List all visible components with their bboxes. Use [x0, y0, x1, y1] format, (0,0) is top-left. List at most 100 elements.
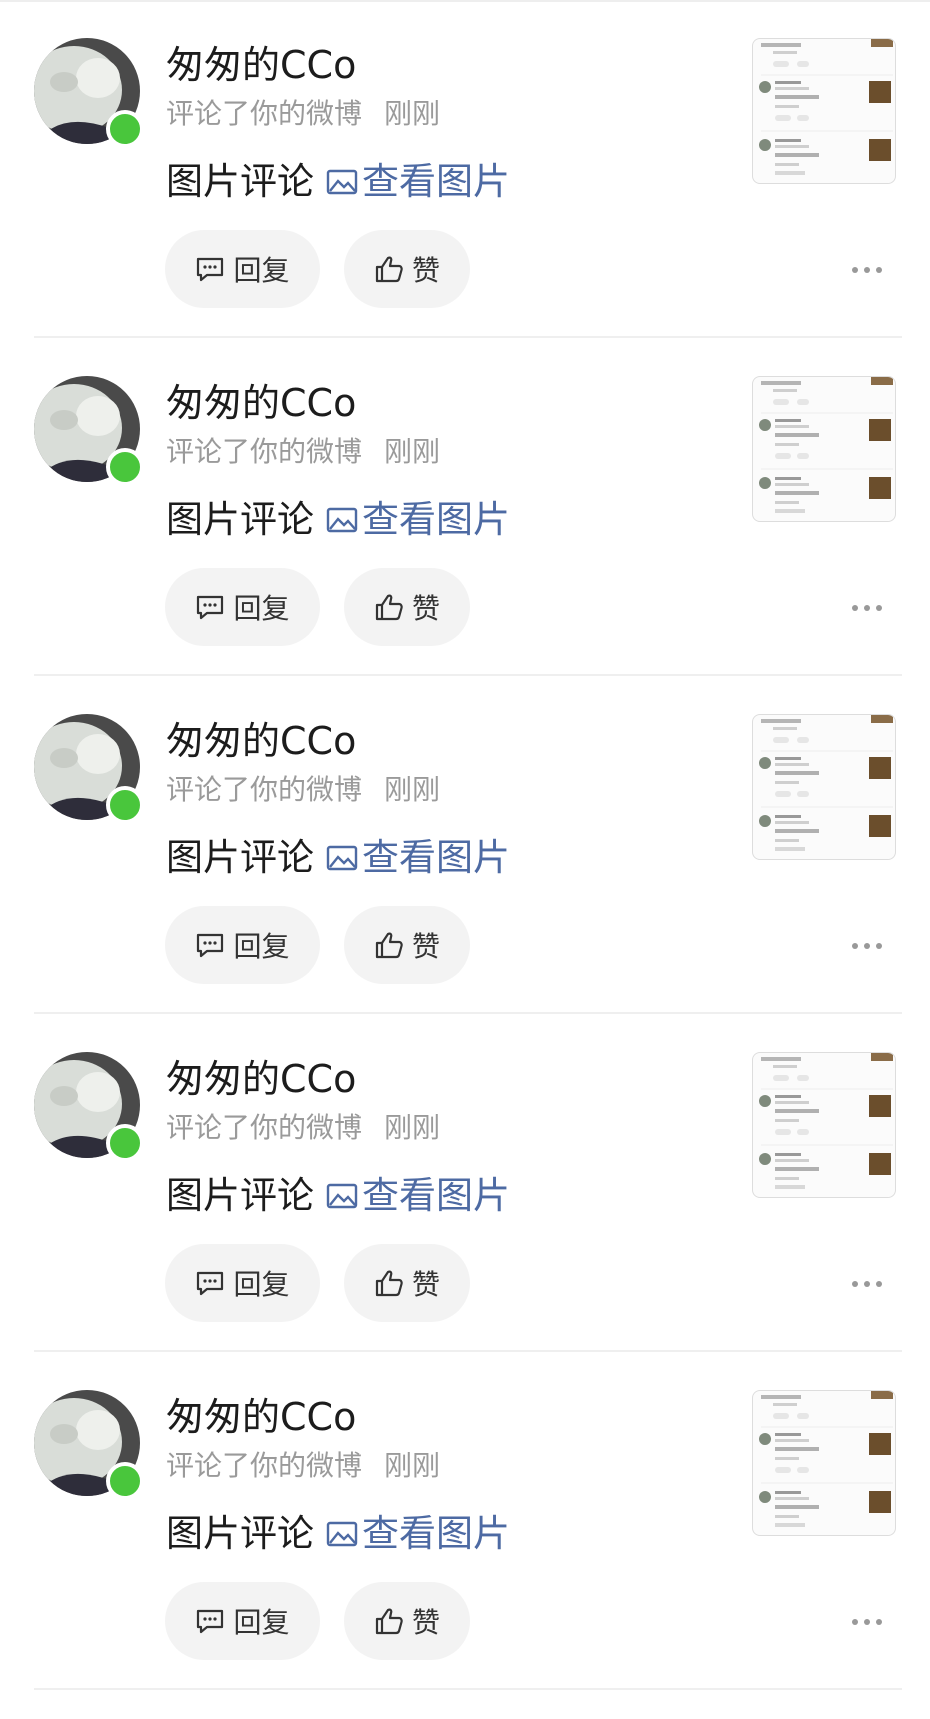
like-label: 赞: [411, 1268, 440, 1301]
more-dots-icon: [864, 943, 870, 949]
timestamp: 刚刚: [384, 97, 441, 130]
thumbs-up-icon: [375, 1608, 403, 1635]
action-text: 评论了你的微博: [166, 1111, 363, 1144]
reply-button[interactable]: 回复: [165, 1582, 320, 1660]
card-divider: [34, 1688, 902, 1690]
like-button[interactable]: 赞: [344, 1244, 470, 1322]
online-status-dot: [106, 110, 144, 148]
action-line: 评论了你的微博 刚刚: [166, 1448, 440, 1484]
view-image-link[interactable]: 查看图片: [326, 496, 510, 544]
comment-content: 图片评论 查看图片: [166, 834, 510, 882]
more-options-button[interactable]: [852, 934, 882, 958]
reply-button[interactable]: 回复: [165, 1244, 320, 1322]
image-icon: [326, 169, 358, 195]
like-label: 赞: [411, 254, 440, 287]
username[interactable]: 匆匆的CCo: [166, 1056, 356, 1102]
timestamp: 刚刚: [384, 1449, 441, 1482]
weibo-thumbnail[interactable]: [752, 1390, 896, 1536]
online-status-dot: [106, 448, 144, 486]
more-dots-icon: [864, 267, 870, 273]
more-dots-icon: [876, 1281, 882, 1287]
view-image-link[interactable]: 查看图片: [326, 1172, 510, 1220]
thumbs-up-icon: [375, 932, 403, 959]
comment-bubble-icon: [197, 1609, 224, 1634]
view-image-label: 查看图片: [362, 1174, 510, 1217]
view-image-label: 查看图片: [362, 498, 510, 541]
username[interactable]: 匆匆的CCo: [166, 718, 356, 764]
action-line: 评论了你的微博 刚刚: [166, 1110, 440, 1146]
notification-card[interactable]: 匆匆的CCo 评论了你的微博 刚刚 图片评论 查看图片 回复 赞: [0, 676, 930, 1014]
view-image-link[interactable]: 查看图片: [326, 834, 510, 882]
reply-button[interactable]: 回复: [165, 906, 320, 984]
thumbs-up-icon: [375, 256, 403, 283]
comment-bubble-icon: [197, 595, 224, 620]
online-status-dot: [106, 786, 144, 824]
reply-button[interactable]: 回复: [165, 230, 320, 308]
weibo-thumbnail[interactable]: [752, 376, 896, 522]
more-options-button[interactable]: [852, 1610, 882, 1634]
username[interactable]: 匆匆的CCo: [166, 42, 356, 88]
view-image-link[interactable]: 查看图片: [326, 1510, 510, 1558]
reply-label: 回复: [233, 1606, 290, 1639]
comment-bubble-icon: [197, 257, 224, 282]
comment-content: 图片评论 查看图片: [166, 1510, 510, 1558]
action-text: 评论了你的微博: [166, 1449, 363, 1482]
weibo-thumbnail[interactable]: [752, 1052, 896, 1198]
view-image-label: 查看图片: [362, 1512, 510, 1555]
more-dots-icon: [876, 605, 882, 611]
like-button[interactable]: 赞: [344, 1582, 470, 1660]
view-image-label: 查看图片: [362, 836, 510, 879]
more-dots-icon: [876, 943, 882, 949]
username[interactable]: 匆匆的CCo: [166, 380, 356, 426]
comment-text: 图片评论: [166, 498, 314, 541]
view-image-link[interactable]: 查看图片: [326, 158, 510, 206]
reply-button[interactable]: 回复: [165, 568, 320, 646]
comment-text: 图片评论: [166, 160, 314, 203]
reply-label: 回复: [233, 592, 290, 625]
image-icon: [326, 507, 358, 533]
like-label: 赞: [411, 592, 440, 625]
comment-text: 图片评论: [166, 1174, 314, 1217]
more-dots-icon: [864, 1619, 870, 1625]
comment-content: 图片评论 查看图片: [166, 496, 510, 544]
action-text: 评论了你的微博: [166, 97, 363, 130]
comment-content: 图片评论 查看图片: [166, 1172, 510, 1220]
more-dots-icon: [876, 1619, 882, 1625]
timestamp: 刚刚: [384, 435, 441, 468]
comment-content: 图片评论 查看图片: [166, 158, 510, 206]
like-button[interactable]: 赞: [344, 230, 470, 308]
more-dots-icon: [876, 267, 882, 273]
image-icon: [326, 1521, 358, 1547]
like-label: 赞: [411, 930, 440, 963]
more-options-button[interactable]: [852, 1272, 882, 1296]
more-dots-icon: [864, 1281, 870, 1287]
notification-card[interactable]: 匆匆的CCo 评论了你的微博 刚刚 图片评论 查看图片 回复 赞: [0, 338, 930, 676]
image-icon: [326, 1183, 358, 1209]
action-line: 评论了你的微博 刚刚: [166, 772, 440, 808]
reply-label: 回复: [233, 1268, 290, 1301]
like-button[interactable]: 赞: [344, 568, 470, 646]
notification-card[interactable]: 匆匆的CCo 评论了你的微博 刚刚 图片评论 查看图片 回复 赞: [0, 0, 930, 338]
comment-bubble-icon: [197, 1271, 224, 1296]
username[interactable]: 匆匆的CCo: [166, 1394, 356, 1440]
notification-card[interactable]: 匆匆的CCo 评论了你的微博 刚刚 图片评论 查看图片 回复 赞: [0, 1014, 930, 1352]
like-button[interactable]: 赞: [344, 906, 470, 984]
more-dots-icon: [852, 605, 858, 611]
weibo-thumbnail[interactable]: [752, 714, 896, 860]
notification-card[interactable]: 匆匆的CCo 评论了你的微博 刚刚 图片评论 查看图片 回复 赞: [0, 1352, 930, 1690]
image-icon: [326, 845, 358, 871]
more-options-button[interactable]: [852, 258, 882, 282]
action-line: 评论了你的微博 刚刚: [166, 434, 440, 470]
action-text: 评论了你的微博: [166, 435, 363, 468]
more-options-button[interactable]: [852, 596, 882, 620]
action-line: 评论了你的微博 刚刚: [166, 96, 440, 132]
comment-text: 图片评论: [166, 1512, 314, 1555]
thumbs-up-icon: [375, 1270, 403, 1297]
view-image-label: 查看图片: [362, 160, 510, 203]
online-status-dot: [106, 1124, 144, 1162]
timestamp: 刚刚: [384, 1111, 441, 1144]
reply-label: 回复: [233, 930, 290, 963]
weibo-thumbnail[interactable]: [752, 38, 896, 184]
comment-text: 图片评论: [166, 836, 314, 879]
more-dots-icon: [864, 605, 870, 611]
